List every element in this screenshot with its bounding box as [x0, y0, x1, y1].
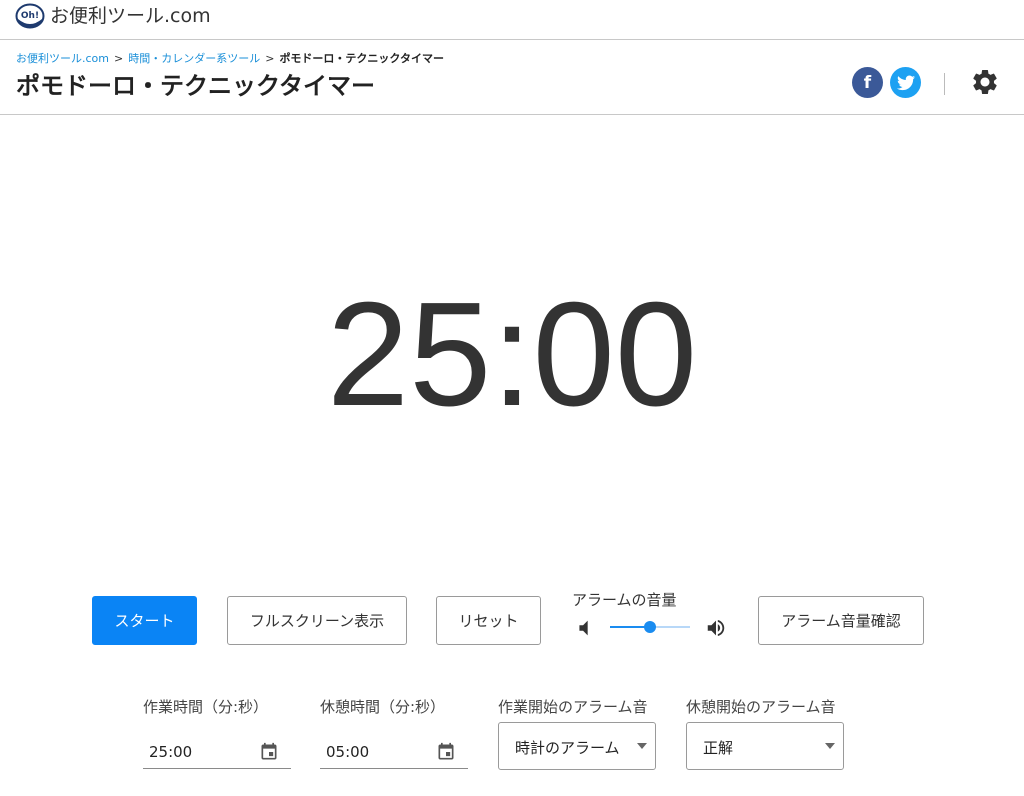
break-alarm-select[interactable]: 正解	[686, 722, 844, 770]
breadcrumb: お便利ツール.com > 時間・カレンダー系ツール > ポモドーロ・テクニックタイマー	[16, 52, 444, 66]
chevron-down-icon	[825, 743, 835, 749]
work-alarm-select[interactable]: 時計のアラーム	[498, 722, 656, 770]
settings-gear-icon[interactable]	[970, 67, 1000, 97]
volume-up-icon[interactable]	[705, 617, 727, 639]
breadcrumb-link-category[interactable]: 時間・カレンダー系ツール	[128, 52, 260, 65]
break-time-value: 05:00	[326, 742, 370, 761]
top-header: Oh! お便利ツール.com	[0, 0, 1024, 40]
site-logo[interactable]: Oh!	[15, 3, 45, 29]
work-time-label: 作業時間（分:秒）	[143, 698, 269, 716]
volume-slider-thumb[interactable]	[644, 621, 656, 633]
twitter-share-button[interactable]	[890, 67, 921, 98]
calendar-icon[interactable]	[259, 742, 279, 762]
breadcrumb-separator: >	[114, 52, 124, 65]
reset-button[interactable]: リセット	[436, 596, 541, 645]
break-alarm-label: 休憩開始のアラーム音	[686, 698, 836, 716]
work-time-input[interactable]: 25:00	[143, 735, 291, 769]
volume-down-icon[interactable]	[573, 617, 595, 639]
calendar-icon[interactable]	[436, 742, 456, 762]
header-divider	[944, 73, 945, 95]
facebook-icon: f	[863, 72, 872, 93]
alarm-volume-test-button[interactable]: アラーム音量確認	[758, 596, 924, 645]
fullscreen-button[interactable]: フルスクリーン表示	[227, 596, 407, 645]
break-time-label: 休憩時間（分:秒）	[320, 698, 446, 716]
twitter-icon	[896, 75, 915, 90]
start-button[interactable]: スタート	[92, 596, 197, 645]
title-bar: お便利ツール.com > 時間・カレンダー系ツール > ポモドーロ・テクニックタイマー …	[0, 40, 1024, 115]
site-title-link[interactable]: お便利ツール.com	[50, 4, 211, 28]
breadcrumb-link-home[interactable]: お便利ツール.com	[16, 52, 109, 65]
alarm-volume-label: アラームの音量	[572, 591, 677, 609]
site-logo-text: Oh!	[21, 11, 39, 21]
timer-display: 25:00	[326, 272, 698, 437]
work-alarm-value: 時計のアラーム	[515, 739, 620, 757]
breadcrumb-current: ポモドーロ・テクニックタイマー	[279, 52, 444, 65]
work-time-value: 25:00	[149, 742, 193, 761]
chevron-down-icon	[637, 743, 647, 749]
work-alarm-label: 作業開始のアラーム音	[498, 698, 648, 716]
page-title: ポモドーロ・テクニックタイマー	[16, 72, 376, 100]
breadcrumb-separator: >	[265, 52, 275, 65]
alarm-volume-slider[interactable]	[610, 617, 690, 637]
break-time-input[interactable]: 05:00	[320, 735, 468, 769]
facebook-share-button[interactable]: f	[852, 67, 883, 98]
break-alarm-value: 正解	[703, 739, 734, 757]
